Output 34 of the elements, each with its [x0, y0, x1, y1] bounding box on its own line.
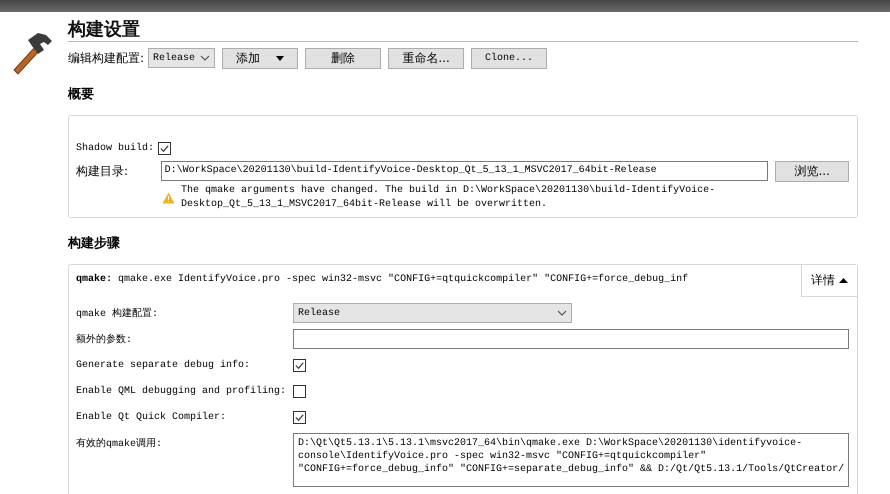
qmake-call-text: D:\Qt\Qt5.13.1\5.13.1\msvc2017_64\bin\qmake.exe D:\WorkSpace\20201130\identifyvoice- console\IdentifyVoice.pro -spec win32-msvc "CONFIG+=qtquickcompiler" "CONFIG+=force_debug_info" "CONFIG+=separate_debug_info" && D:/Qt/Qt5.13.1/Tools/QtCreator/: [293, 433, 850, 487]
field-label: Generate separate debug info:: [76, 358, 252, 372]
field-label: 构建目录:: [76, 162, 130, 180]
chevron-down-icon: [200, 55, 210, 61]
field-label: Enable Qt Quick Compiler:: [76, 410, 228, 424]
browse-button[interactable]: 浏览...: [775, 160, 850, 182]
action-button[interactable]: 重命名...: [388, 48, 464, 68]
field-label: Enable QML debugging and profiling:: [76, 384, 288, 398]
warning-message: The qmake arguments have changed. The build in D:\WorkSpace\20201130\build-IdentifyVoice-Desktop_Qt_5_13_1_MSVC2017_64bit-Release will be overwritten.: [181, 184, 716, 212]
section-heading: 构建步骤: [68, 235, 121, 252]
option-checkbox[interactable]: [293, 410, 306, 424]
caret-down-icon: [276, 56, 284, 60]
config-label: 编辑构建配置:: [68, 50, 144, 66]
action-button[interactable]: 删除: [305, 48, 382, 68]
caret-icon: [839, 278, 848, 283]
step-command: qmake: qmake.exe IdentifyVoice.pro -spec win32-msvc "CONFIG+=qtquickcompiler" "CONFIG+=force_debug_inf: [76, 272, 688, 285]
build-directory-field[interactable]: D:\WorkSpace\20201130\build-IdentifyVoice-Desktop_Qt_5_13_1_MSVC2017_64bit-Release: [160, 161, 768, 181]
chevron-down-icon: [557, 310, 567, 316]
section-heading: 概要: [68, 86, 95, 103]
page-title: 构建设置: [68, 12, 858, 42]
field-label: qmake 构建配置:: [76, 306, 160, 322]
warning-icon: [162, 192, 175, 204]
field-label: 额外的参数:: [76, 332, 134, 348]
config-select[interactable]: Release: [148, 48, 216, 68]
option-checkbox[interactable]: [293, 358, 306, 372]
add-menu-button[interactable]: 添加: [222, 48, 298, 68]
field-label: 有效的qmake调用:: [76, 437, 164, 452]
details-button[interactable]: 详情: [801, 265, 857, 297]
action-button[interactable]: Clone...: [471, 48, 548, 68]
shadow-build-checkbox[interactable]: [158, 142, 172, 154]
build-config-select[interactable]: Release: [293, 303, 572, 323]
option-checkbox[interactable]: [293, 384, 306, 398]
field-label: Shadow build:: [76, 142, 154, 154]
arguments-field[interactable]: [293, 329, 850, 349]
